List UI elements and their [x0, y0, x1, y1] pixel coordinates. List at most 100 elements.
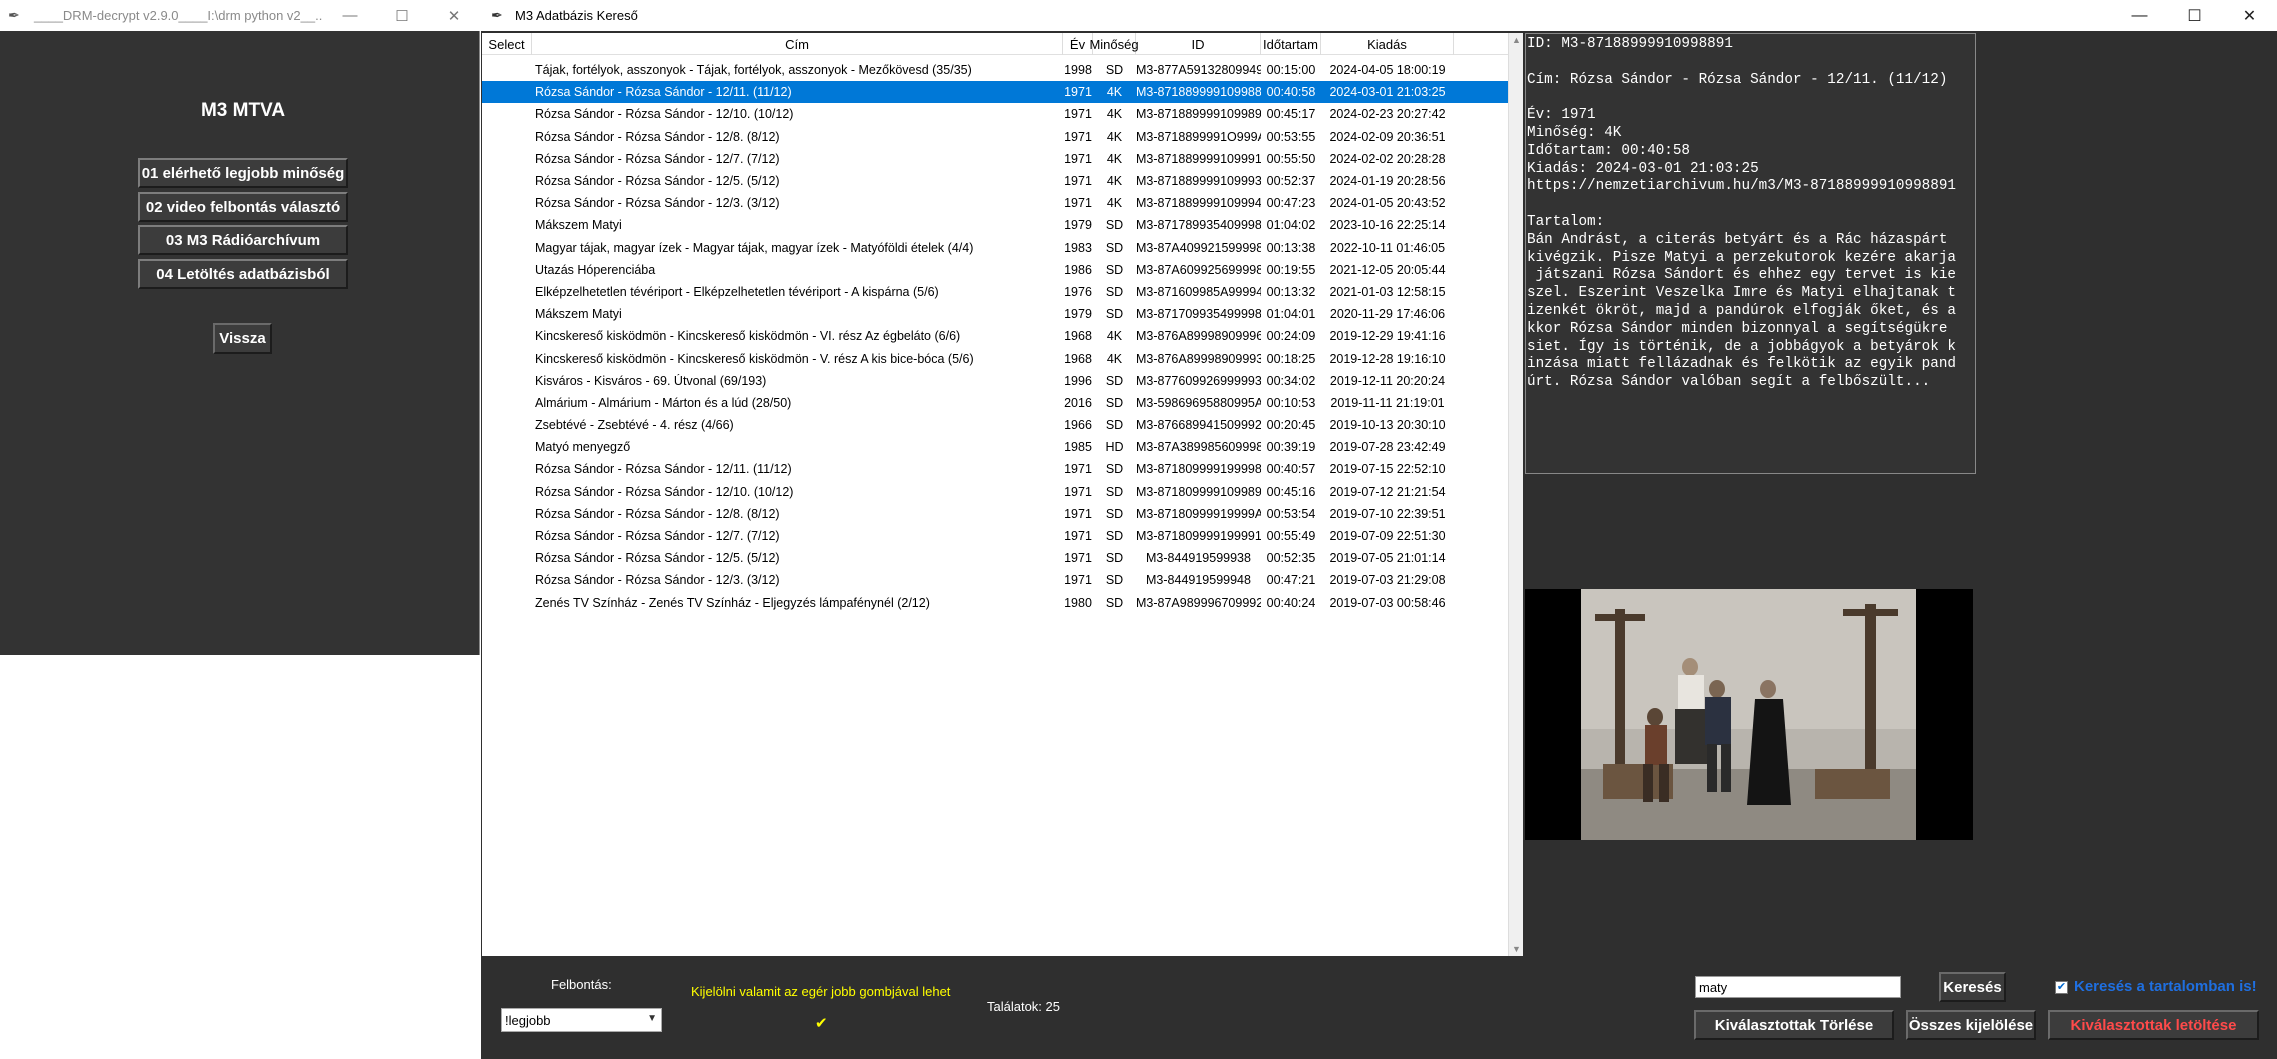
main-window-titlebar: ✒ M3 Adatbázis Kereső — ☐ ✕: [481, 0, 2277, 31]
chevron-down-icon[interactable]: ▼: [647, 1013, 657, 1024]
row-id: M3-87A60992569999855: [1136, 262, 1261, 277]
table-row[interactable]: Kincskereső kisködmön - Kincskereső kisk…: [482, 325, 1508, 347]
detail-blank-line: [1527, 196, 1974, 214]
delete-selected-button[interactable]: Kiválasztottak Törlése: [1694, 1010, 1894, 1040]
table-row[interactable]: Rózsa Sándor - Rózsa Sándor - 12/10. (10…: [482, 481, 1508, 503]
column-header-duration[interactable]: Időtartam: [1261, 33, 1321, 55]
select-all-button[interactable]: Összes kijelölése: [1906, 1010, 2036, 1040]
row-quality: SD: [1105, 529, 1124, 544]
row-year: 1976: [1064, 284, 1092, 299]
row-quality: SD: [1105, 595, 1124, 610]
table-row[interactable]: Magyar tájak, magyar ízek - Magyar tájak…: [482, 237, 1508, 259]
radio-archive-button[interactable]: 03 M3 Rádióarchívum: [138, 225, 348, 255]
detail-blank-line: [1527, 54, 1974, 72]
close-icon[interactable]: ✕: [2222, 0, 2277, 31]
column-header-select[interactable]: Select: [482, 33, 532, 55]
row-id: M3-87668994150999294: [1136, 418, 1261, 433]
row-id: M3-87180999919999859: [1136, 462, 1261, 477]
row-release: 2024-01-05 20:43:52: [1329, 196, 1446, 211]
details-text-panel[interactable]: ID: M3-87188999910998891 Cím: Rózsa Sándo…: [1525, 33, 1976, 474]
table-row[interactable]: Rózsa Sándor - Rózsa Sándor - 12/7. (7/1…: [482, 525, 1508, 547]
detail-line: izenkét ökröt, majd a pandúrok elfogják …: [1527, 302, 1956, 319]
row-id: M3-87188999910998891: [1136, 85, 1261, 100]
content-search-checkbox[interactable]: ✔: [2055, 981, 2068, 994]
resolution-picker-button[interactable]: 02 video felbontás választó: [138, 192, 348, 222]
row-duration: 00:20:45: [1266, 418, 1316, 433]
row-duration: 00:40:58: [1266, 85, 1316, 100]
search-input[interactable]: maty: [1695, 976, 1901, 998]
row-duration: 00:47:21: [1266, 573, 1316, 588]
minimize-icon[interactable]: —: [324, 0, 376, 31]
search-button[interactable]: Keresés: [1939, 972, 2006, 1002]
download-selected-button[interactable]: Kiválasztottak letöltése: [2048, 1010, 2259, 1040]
row-title: Utazás Hóperenciába: [535, 262, 656, 277]
column-header-release[interactable]: Kiadás: [1321, 33, 1454, 55]
row-id: M3-87760992699999359: [1136, 373, 1261, 388]
row-quality: 4K: [1106, 85, 1123, 100]
table-row[interactable]: Utazás Hóperenciába 1986 SD M3-87A609925699…: [482, 259, 1508, 281]
table-row[interactable]: Matyó menyegző 1985 HD M3-87A38998560999895…: [482, 436, 1508, 458]
table-row[interactable]: Mákszem Matyi 1979 SD M3-87170993549999859 0…: [482, 303, 1508, 325]
table-header: Select Cím Év Minőség ID Időtartam Kiadá…: [482, 33, 1508, 55]
close-icon[interactable]: ✕: [428, 0, 480, 31]
column-header-id[interactable]: ID: [1136, 33, 1261, 55]
back-button[interactable]: Vissza: [213, 323, 272, 354]
row-release: 2019-07-15 22:52:10: [1329, 462, 1446, 477]
minimize-icon[interactable]: —: [2112, 0, 2167, 31]
detail-line: Év: 1971: [1527, 107, 1596, 124]
table-row[interactable]: Zenés TV Színház - Zenés TV Színház - El…: [482, 592, 1508, 614]
table-row[interactable]: Rózsa Sándor - Rózsa Sándor - 12/10. (10…: [482, 103, 1508, 125]
row-title: Kincskereső kisködmön - Kincskereső kisk…: [535, 329, 961, 344]
table-row[interactable]: Kincskereső kisködmön - Kincskereső kisk…: [482, 347, 1508, 369]
maximize-icon[interactable]: ☐: [2167, 0, 2222, 31]
table-row[interactable]: Rózsa Sándor - Rózsa Sándor - 12/8. (8/1…: [482, 503, 1508, 525]
download-from-db-button[interactable]: 04 Letöltés adatbázisból: [138, 259, 348, 289]
table-row[interactable]: Rózsa Sándor - Rózsa Sándor - 12/11. (11…: [482, 458, 1508, 480]
row-release: 2024-02-23 20:27:42: [1329, 107, 1446, 122]
row-year: 1996: [1064, 373, 1092, 388]
column-header-title[interactable]: Cím: [532, 33, 1063, 55]
table-row[interactable]: Rózsa Sándor - Rózsa Sándor - 12/3. (3/1…: [482, 192, 1508, 214]
table-row[interactable]: Rózsa Sándor - Rózsa Sándor - 12/7. (7/1…: [482, 148, 1508, 170]
table-row[interactable]: Rózsa Sándor - Rózsa Sándor - 12/8. (8/1…: [482, 126, 1508, 148]
table-row[interactable]: Zsebtévé - Zsebtévé - 4. rész (4/66) 1966…: [482, 414, 1508, 436]
row-duration: 00:52:35: [1266, 551, 1316, 566]
row-year: 1980: [1064, 595, 1092, 610]
table-row[interactable]: Rózsa Sándor - Rózsa Sándor - 12/5. (5/1…: [482, 170, 1508, 192]
detail-blank-line: [1527, 89, 1974, 107]
search-input-value: maty: [1699, 979, 1728, 995]
results-table[interactable]: Select Cím Év Minőség ID Időtartam Kiadá…: [482, 33, 1508, 956]
content-search-label[interactable]: Keresés a tartalomban is!: [2074, 978, 2257, 995]
table-row[interactable]: Mákszem Matyi 1979 SD M3-87178993540999896 0…: [482, 214, 1508, 236]
row-release: 2019-11-11 21:19:01: [1330, 395, 1445, 410]
table-scrollbar[interactable]: ▲ ▼: [1508, 33, 1523, 956]
table-row[interactable]: Rózsa Sándor - Rózsa Sándor - 12/11. (11…: [482, 81, 1508, 104]
feather-icon: ✒: [8, 7, 20, 23]
resolution-select[interactable]: !legjobb ▼: [501, 1008, 662, 1032]
row-id: M3-876A8999890999691: [1136, 329, 1261, 344]
column-header-quality[interactable]: Minőség: [1089, 33, 1139, 55]
best-quality-button[interactable]: 01 elérhető legjobb minőség: [138, 158, 348, 188]
row-id: M3-87180999919999159: [1136, 529, 1261, 544]
table-row[interactable]: Rózsa Sándor - Rózsa Sándor - 12/3. (3/1…: [482, 569, 1508, 591]
scroll-up-icon[interactable]: ▲: [1512, 35, 1521, 45]
preview-scene: [1525, 589, 1973, 840]
row-year: 1971: [1064, 151, 1092, 166]
detail-line: Kiadás: 2024-03-01 21:03:25: [1527, 160, 1759, 177]
row-release: 2023-10-16 22:25:14: [1329, 218, 1446, 233]
row-quality: SD: [1105, 395, 1124, 410]
table-row[interactable]: Tájak, fortélyok, asszonyok - Tájak, for…: [482, 59, 1508, 81]
row-duration: 00:13:32: [1266, 284, 1316, 299]
maximize-icon[interactable]: ☐: [376, 0, 428, 31]
table-row[interactable]: Almárium - Almárium - Márton és a lúd (2…: [482, 392, 1508, 414]
table-row[interactable]: Kisváros - Kisváros - 69. Útvonal (69/19…: [482, 370, 1508, 392]
row-year: 1966: [1064, 418, 1092, 433]
row-id: M3-87A98999670999293: [1136, 595, 1261, 610]
detail-line: játszani Rózsa Sándort és ehhez egy terv…: [1527, 267, 1956, 284]
left-window-controls: — ☐ ✕: [324, 0, 480, 31]
table-row[interactable]: Elképzelhetetlen tévériport - Elképzelhe…: [482, 281, 1508, 303]
main-window-controls: — ☐ ✕: [2112, 0, 2277, 31]
row-title: Elképzelhetetlen tévériport - Elképzelhe…: [535, 284, 939, 299]
table-row[interactable]: Rózsa Sándor - Rózsa Sándor - 12/5. (5/1…: [482, 547, 1508, 569]
scroll-down-icon[interactable]: ▼: [1512, 944, 1521, 954]
